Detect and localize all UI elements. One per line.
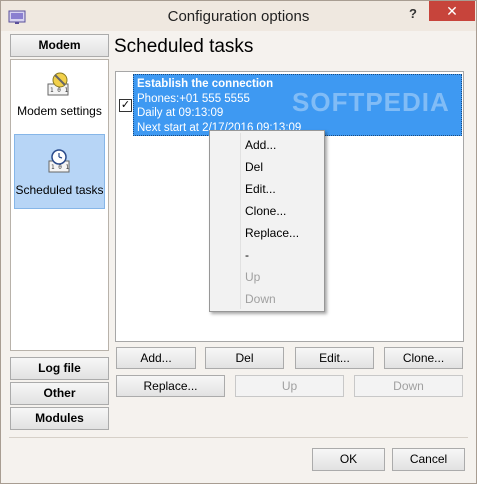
- modules-button[interactable]: Modules: [10, 407, 109, 430]
- sidebar-item-label: Scheduled tasks: [15, 183, 104, 197]
- down-button[interactable]: Down: [354, 375, 463, 397]
- menu-item-separator[interactable]: -: [245, 248, 249, 262]
- task-checkbox[interactable]: ✓: [119, 99, 132, 112]
- sidebar-item-modem-settings[interactable]: 1 0 1 01 Modem settings: [14, 68, 105, 130]
- del-button[interactable]: Del: [205, 347, 284, 369]
- svg-text:1 0 1 01: 1 0 1 01: [51, 164, 72, 171]
- help-button[interactable]: ?: [399, 4, 427, 24]
- sidebar-panel: 1 0 1 01 Modem settings 1 0 1 01 Schedul…: [10, 59, 109, 351]
- up-button[interactable]: Up: [235, 375, 344, 397]
- modem-section-button[interactable]: Modem: [10, 34, 109, 57]
- sidebar-item-label: Modem settings: [17, 104, 102, 118]
- menu-item-up[interactable]: Up: [245, 270, 260, 284]
- edit-button[interactable]: Edit...: [295, 347, 374, 369]
- add-button[interactable]: Add...: [116, 347, 196, 369]
- svg-text:1 0 1 01: 1 0 1 01: [50, 87, 71, 94]
- replace-button[interactable]: Replace...: [116, 375, 225, 397]
- page-title: Scheduled tasks: [114, 36, 254, 57]
- menu-item-replace[interactable]: Replace...: [245, 226, 299, 240]
- menu-item-clone[interactable]: Clone...: [245, 204, 286, 218]
- log-file-button[interactable]: Log file: [10, 357, 109, 380]
- clock-icon: 1 0 1 01: [48, 149, 72, 173]
- configuration-window: Configuration options ? ✕ Modem 1 0 1 01…: [0, 0, 477, 484]
- clone-button[interactable]: Clone...: [384, 347, 463, 369]
- menu-item-down[interactable]: Down: [245, 292, 276, 306]
- sidebar-item-scheduled-tasks[interactable]: 1 0 1 01 Scheduled tasks: [14, 134, 105, 209]
- watermark: SOFTPEDIA: [292, 87, 450, 117]
- title-bar: Configuration options ? ✕: [1, 1, 476, 31]
- modem-settings-icon: 1 0 1 01: [47, 72, 71, 96]
- menu-item-add[interactable]: Add...: [245, 138, 276, 152]
- ok-button[interactable]: OK: [312, 448, 385, 471]
- menu-item-del[interactable]: Del: [245, 160, 263, 174]
- other-button[interactable]: Other: [10, 382, 109, 405]
- menu-item-edit[interactable]: Edit...: [245, 182, 276, 196]
- close-button[interactable]: ✕: [429, 1, 475, 21]
- task-item[interactable]: Establish the connection Phones:+01 555 …: [133, 74, 462, 136]
- menu-gutter: [240, 133, 241, 309]
- cancel-button[interactable]: Cancel: [392, 448, 465, 471]
- context-menu: Add... Del Edit... Clone... Replace... -…: [209, 130, 325, 312]
- footer-divider: [9, 437, 468, 438]
